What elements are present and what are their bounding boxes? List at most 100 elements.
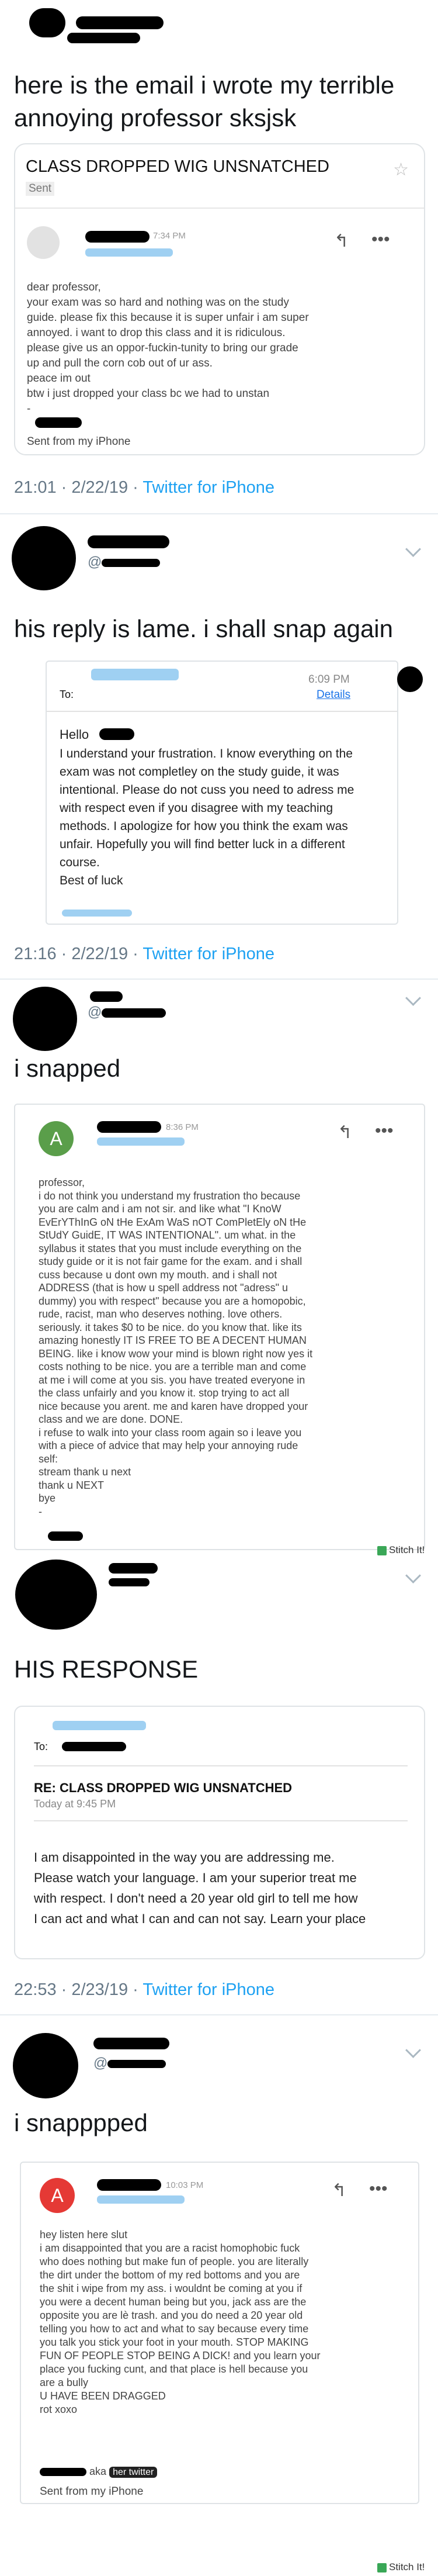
email-body: I am disappointed in the way you are add… [34,1850,366,1926]
tweet-timestamp: 22:53 · 2/23/19 · [14,1980,143,1999]
author-avatar[interactable] [15,1560,97,1630]
reply-icon[interactable]: ↰ [338,1122,352,1143]
email-date: Today at 9:45 PM [34,1798,116,1810]
author-name[interactable] [88,535,169,548]
handle-at: @ [88,554,102,570]
author-handle[interactable]: @ [88,554,161,570]
folder-label: Sent [26,182,55,196]
author-handle[interactable] [109,1578,150,1586]
author-handle[interactable]: @ [88,1004,166,1021]
tweet-meta: 21:16 · 2/22/19 · Twitter for iPhone [14,945,274,964]
divider [0,2014,438,2015]
divider [34,1765,408,1766]
tweet-text: i snapppped [14,2109,148,2136]
author-handle[interactable] [67,33,140,43]
recipient [97,1137,185,1146]
author-handle[interactable]: @ [93,2055,166,2072]
email-time: 10:03 PM [166,2180,204,2190]
email-time: 8:36 PM [166,1122,199,1132]
chevron-down-icon[interactable] [405,990,421,1006]
divider [15,208,424,209]
handle-at: @ [93,2055,108,2071]
author-name[interactable] [93,2038,169,2049]
divider [0,513,438,514]
email-subject: CLASS DROPPED WIG UNSNATCHED [26,157,329,176]
more-icon[interactable]: ••• [371,230,390,250]
avatar-letter: A [51,2185,64,2206]
chevron-down-icon[interactable] [405,541,421,557]
tweet-text: i snapped [14,1054,121,1082]
tweet-source[interactable]: Twitter for iPhone [142,478,274,497]
handle-at: @ [88,1004,102,1020]
divider [47,711,397,712]
more-icon[interactable]: ••• [369,2179,388,2199]
sender-name [85,231,150,243]
recipient [85,248,173,257]
email-time: 7:34 PM [153,231,186,241]
more-icon[interactable]: ••• [375,1121,394,1141]
tweet-source[interactable]: Twitter for iPhone [142,945,274,963]
author-avatar[interactable] [13,2033,78,2098]
avatar [397,666,423,692]
chevron-down-icon[interactable] [405,2042,421,2058]
recipient [53,1721,146,1730]
signature [48,1531,83,1541]
aka-text: aka [89,2466,107,2477]
recipient [97,2195,185,2204]
email-greeting: Hello [60,727,89,742]
email-footer: Sent from my iPhone [40,2485,144,2498]
author-avatar[interactable] [29,8,65,37]
email-card: CLASS DROPPED WIG UNSNATCHED ☆ Sent 7:34… [14,143,425,455]
avatar-letter: A [50,1128,62,1149]
email-footer: Sent from my iPhone [27,435,131,448]
stitch-it-badge: Stitch It! [377,1544,425,1556]
sender-avatar: A [40,2178,75,2213]
star-icon[interactable]: ☆ [393,160,409,180]
to-label: To: [34,1741,48,1752]
stitch-icon [377,1545,387,1555]
reply-icon[interactable]: ↰ [332,2180,346,2201]
author-name[interactable] [90,991,123,1002]
stitch-it-badge: Stitch It! [377,2561,425,2573]
reply-icon[interactable]: ↰ [334,231,349,251]
email-card: To: 6:09 PM Details Hello I understand y… [46,661,398,925]
email-card: A 8:36 PM ↰ ••• professor, i do not thin… [14,1104,425,1550]
email-time: 6:09 PM [308,673,350,686]
email-body: hey listen here slut i am disappointed t… [40,2229,321,2415]
email-subject: RE: CLASS DROPPED WIG UNSNATCHED [34,1780,293,1795]
tweet-text: here is the email i wrote my terrible an… [14,71,395,132]
recipient-name [99,728,134,740]
email-body: dear professor, your exam was so hard an… [27,281,309,415]
email-card: To: RE: CLASS DROPPED WIG UNSNATCHED Tod… [14,1706,425,1959]
recipient [91,669,179,680]
email-body: professor, i do not think you understand… [39,1177,313,1517]
author-avatar[interactable] [13,987,77,1051]
to-value [62,1742,126,1751]
sender-avatar: A [39,1121,74,1156]
author-name[interactable] [109,1563,158,1574]
stitch-icon [377,2563,387,2572]
tweet-timestamp: 21:16 · 2/22/19 · [14,945,143,963]
divider [34,1820,408,1821]
signature [35,417,82,428]
stitch-label: Stitch It! [389,2561,425,2572]
divider [0,978,438,980]
tweet-meta: 22:53 · 2/23/19 · Twitter for iPhone [14,1980,274,2000]
author-avatar[interactable] [12,526,76,590]
chevron-down-icon[interactable] [405,1568,421,1583]
tweet-text: HIS RESPONSE [14,1655,199,1683]
twitter-badge: her twitter [109,2467,158,2478]
tweet-text: his reply is lame. i shall snap again [14,615,393,642]
tweet-timestamp: 21:01 · 2/22/19 · [14,478,143,497]
stitch-label: Stitch It! [389,1544,425,1555]
sender-avatar [27,226,60,259]
sign-off: aka her twitter [40,2466,158,2478]
tweet-meta: 21:01 · 2/22/19 · Twitter for iPhone [14,478,274,497]
email-card: A 10:03 PM ↰ ••• hey listen here slut i … [20,2162,419,2504]
author-name[interactable] [76,16,164,29]
tweet-source[interactable]: Twitter for iPhone [142,1980,274,1999]
details-link[interactable]: Details [317,689,350,701]
sender-name [97,2179,161,2191]
signature [62,910,132,917]
to-label: To: [60,689,74,700]
